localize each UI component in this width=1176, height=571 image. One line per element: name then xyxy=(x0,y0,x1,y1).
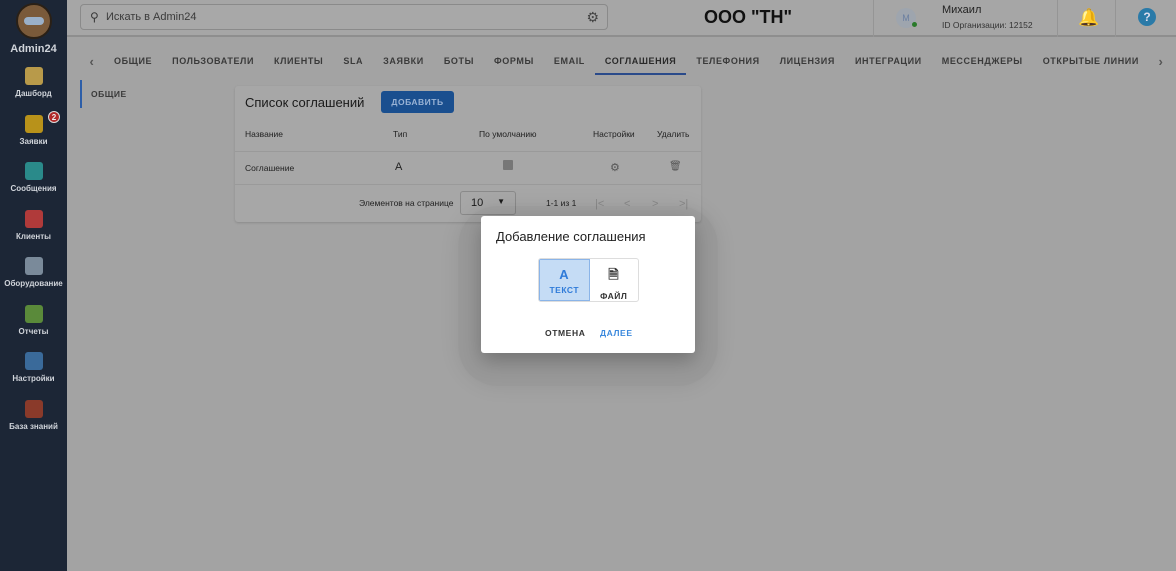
dashboard-icon xyxy=(24,67,43,85)
tab[interactable]: СОГЛАШЕНИЯ xyxy=(594,48,687,75)
tab[interactable]: ЛИЦЕНЗИЯ xyxy=(770,48,845,75)
clients-icon xyxy=(24,209,43,228)
notification-badge: 2 xyxy=(48,110,60,123)
sidebar-item-label: Отчеты xyxy=(18,326,49,336)
sidebar-item[interactable]: Отчеты xyxy=(0,301,67,349)
tab[interactable]: SLA xyxy=(333,48,373,75)
megaphone-icon xyxy=(24,114,43,133)
gear-icon[interactable]: ⚙ xyxy=(610,161,620,174)
default-checkbox[interactable] xyxy=(503,160,513,170)
row-name: Соглашение xyxy=(245,163,295,173)
search-icon: ⚲ xyxy=(90,10,99,24)
next-button[interactable]: ДАЛЕЕ xyxy=(600,328,633,338)
sidebar: Admin24 Дашборд Заявки 2 Сообщения Клиенты Об… xyxy=(0,0,67,571)
tab[interactable]: ИНТЕГРАЦИИ xyxy=(845,48,932,75)
tab[interactable]: ОТКРЫТЫЕ ЛИНИИ xyxy=(1033,48,1149,75)
agreements-card: Список соглашений ДОБАВИТЬ Название Тип … xyxy=(235,86,701,222)
type-file-option[interactable]: 🗎 ФАЙЛ xyxy=(590,259,639,301)
sidebar-item-label: Клиенты xyxy=(16,231,51,241)
trash-icon[interactable]: 🗑 xyxy=(669,161,682,172)
tab[interactable]: ЗАЯВКИ xyxy=(373,48,434,75)
bell-icon[interactable]: 🔔 xyxy=(1078,8,1099,28)
tab[interactable]: МЕССЕНДЖЕРЫ xyxy=(932,48,1033,75)
sidebar-item-label: Настройки xyxy=(12,374,55,383)
help-icon[interactable]: ? xyxy=(1138,8,1156,26)
tab[interactable]: ПОЛЬЗОВАТЕЛИ xyxy=(162,48,264,75)
equipment-icon xyxy=(24,257,43,275)
sidebar-item[interactable]: Клиенты xyxy=(0,206,67,254)
sidebar-item[interactable]: Настройки xyxy=(0,348,67,396)
sidebar-item[interactable]: Сообщения xyxy=(0,158,67,206)
online-status-dot xyxy=(912,22,917,27)
sidebar-item[interactable]: Заявки 2 xyxy=(0,110,67,159)
text-icon: A xyxy=(559,267,570,282)
file-icon: 🗎 xyxy=(608,267,620,282)
header-delete: Удалить xyxy=(657,129,690,139)
user-name[interactable]: Михаил xyxy=(942,4,981,16)
sidebar-item-label: Оборудование xyxy=(4,279,63,288)
reports-icon xyxy=(24,304,43,323)
tab[interactable]: ФОРМЫ xyxy=(484,48,544,75)
dialog-title: Добавление соглашения xyxy=(496,229,646,244)
tab[interactable]: КЛИЕНТЫ xyxy=(264,48,333,75)
sidebar-item[interactable]: База знаний xyxy=(0,396,67,444)
header-settings: Настройки xyxy=(593,129,635,139)
chat-icon xyxy=(24,162,43,180)
sidebar-item-label: База знаний xyxy=(9,421,58,431)
org-id: ID Организации: 12152 xyxy=(942,20,1033,30)
tabs-prev-icon[interactable]: ‹ xyxy=(80,54,104,69)
tabs-next-icon[interactable]: › xyxy=(1149,54,1173,69)
search-input[interactable]: ⚲ Искать в Admin24 ⚙ xyxy=(80,4,608,30)
add-agreement-dialog: Добавление соглашения A ТЕКСТ 🗎 ФАЙЛ ОТМЕН… xyxy=(481,216,695,353)
type-text-option[interactable]: A ТЕКСТ xyxy=(539,259,590,301)
header-type: Тип xyxy=(393,129,408,139)
header-default: По умолчанию xyxy=(479,129,537,139)
add-button[interactable]: ДОБАВИТЬ xyxy=(381,91,454,113)
tab[interactable]: ОБЩИЕ xyxy=(104,48,162,75)
tab[interactable]: БОТЫ xyxy=(434,48,484,75)
search-settings-icon[interactable]: ⚙ xyxy=(586,5,599,30)
tab[interactable]: EMAIL xyxy=(544,48,595,75)
text-type-icon: A xyxy=(395,161,403,173)
sidebar-item[interactable]: Дашборд xyxy=(0,63,67,111)
sidebar-item-label: Заявки xyxy=(19,136,48,146)
card-title: Список соглашений xyxy=(245,95,365,110)
tab[interactable]: ТЕЛЕФОНИЯ xyxy=(686,48,769,75)
sidebar-item-label: Дашборд xyxy=(15,89,52,98)
cancel-button[interactable]: ОТМЕНА xyxy=(545,328,585,338)
sidebar-item-label: Сообщения xyxy=(10,184,57,193)
search-placeholder: Искать в Admin24 xyxy=(106,11,197,23)
topbar: ⚲ Искать в Admin24 ⚙ ООО "ТН" M Михаил ID … xyxy=(67,0,1176,37)
gear-icon xyxy=(24,352,43,370)
organization-name: ООО "ТН" xyxy=(704,7,793,27)
settings-tabs: ‹ ОБЩИЕ ПОЛЬЗОВАТЕЛИ КЛИЕНТЫ SLA ЗАЯВКИ БОТЫ ФО… xyxy=(80,48,1173,75)
subnav-item-general[interactable]: ОБЩИЕ xyxy=(80,80,127,108)
sidebar-item[interactable]: Оборудование xyxy=(0,253,67,301)
per-page-label: Элементов на странице xyxy=(359,198,454,208)
logo-avatar xyxy=(15,3,52,39)
brand: Admin24 xyxy=(10,43,57,55)
book-icon xyxy=(24,399,43,418)
type-toggle: A ТЕКСТ 🗎 ФАЙЛ xyxy=(538,258,639,302)
header-name: Название xyxy=(245,129,283,139)
